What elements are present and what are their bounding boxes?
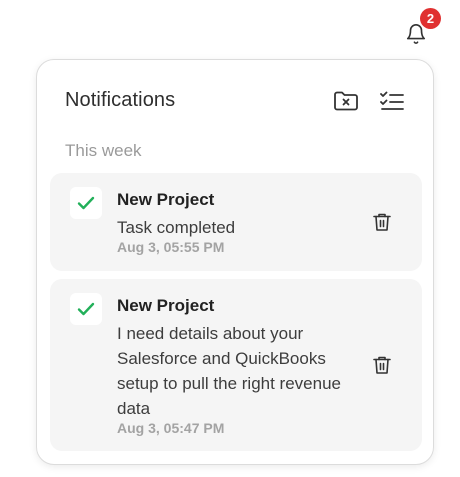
panel-title: Notifications: [65, 89, 176, 111]
check-icon: [77, 302, 95, 316]
notifications-panel: Notifications This week New Project Task…: [36, 59, 434, 465]
notification-timestamp: Aug 3, 05:55 PM: [117, 239, 225, 255]
notification-count-badge: 2: [420, 8, 441, 29]
delete-notification-button[interactable]: [370, 353, 394, 377]
delete-notification-button[interactable]: [370, 210, 394, 234]
clear-all-button[interactable]: [332, 87, 360, 115]
notification-title: New Project: [117, 190, 215, 209]
notification-message: I need details about your Salesforce and…: [117, 324, 341, 418]
folder-x-icon: [334, 91, 358, 111]
notification-item[interactable]: New Project Task completed Aug 3, 05:55 …: [50, 173, 422, 271]
trash-icon: [373, 213, 391, 231]
check-icon: [77, 196, 95, 210]
status-check: [70, 187, 102, 219]
mark-all-read-button[interactable]: [378, 87, 406, 115]
status-check: [70, 293, 102, 325]
section-label-this-week: This week: [65, 141, 142, 160]
list-check-icon: [380, 91, 404, 110]
trash-icon: [373, 356, 391, 374]
notification-title: New Project: [117, 296, 215, 315]
notification-message: Task completed: [117, 218, 236, 237]
notification-item[interactable]: New Project I need details about your Sa…: [50, 279, 422, 451]
notification-timestamp: Aug 3, 05:47 PM: [117, 420, 225, 436]
